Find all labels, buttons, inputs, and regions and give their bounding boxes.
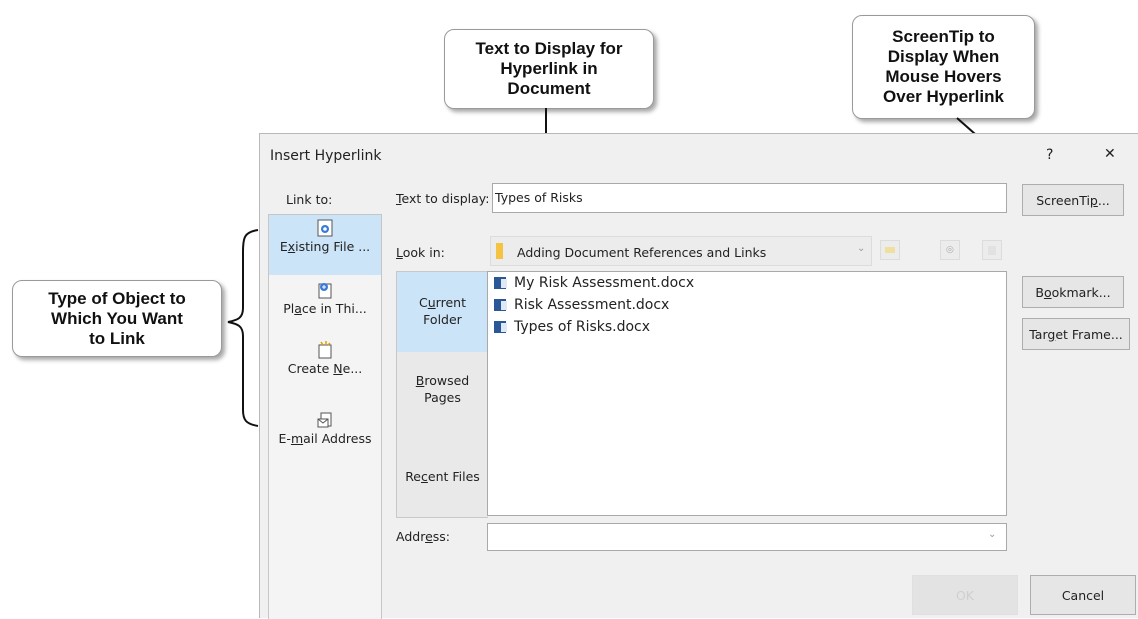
ok-label: OK [955,588,975,603]
cancel-button[interactable]: Cancel [1030,575,1136,615]
browse-web-icon: ◎ [946,245,954,255]
link-to-existing-file[interactable]: Existing File ... [269,215,381,275]
link-to-email-label-b: ail Address [303,431,372,446]
bookmark-label-key: o [1043,285,1052,300]
link-to-existing-label-a: E [279,239,288,254]
current-folder-item[interactable]: Current Folder [397,272,488,352]
link-to-email-address[interactable]: E-mail Address [269,407,381,457]
link-to-email-label-key: m [290,431,304,446]
look-in-pane: Current Folder Browsed Pages Recent File… [396,271,488,518]
cancel-label: Cancel [1061,588,1105,603]
target-frame-label-b: et Frame... [1055,327,1123,342]
help-button[interactable]: ? [1046,147,1053,163]
recent-files-label-key: c [421,469,428,484]
link-to-place-label-b: ce in Thi... [301,301,367,316]
text-to-display-label-rest: ext to display: [401,191,490,206]
link-to-place-in-document[interactable]: Place in Thi... [269,277,381,337]
existing-file-icon [317,219,333,237]
folder-icon [496,243,503,259]
browse-web-button[interactable]: ◎ [940,240,960,260]
target-frame-label-a: Tar [1029,327,1048,342]
place-in-document-icon [318,283,332,299]
current-folder-label-a: C [419,295,428,310]
link-to-email-label-a: E- [278,431,291,446]
word-document-icon [494,277,507,289]
screentip-button[interactable]: ScreenTip... [1022,184,1124,216]
look-in-value: Adding Document References and Links [517,245,767,260]
brace-link-to [227,229,259,427]
browse-file-button[interactable] [982,240,1002,260]
link-to-label: Link to: [286,192,333,207]
insert-hyperlink-dialog: Insert Hyperlink ? ✕ Link to: Existing F… [259,133,1138,619]
browsed-pages-label-b: rowsed Pages [424,373,470,405]
bookmark-label-b: okmark... [1051,285,1111,300]
look-in-dropdown[interactable]: Adding Document References and Links ⌄ [490,236,872,266]
look-in-label-rest: ook in: [402,245,445,260]
link-to-existing-label-b: isting File ... [295,239,371,254]
target-frame-button[interactable]: Target Frame... [1022,318,1130,350]
recent-files-label-a: Re [405,469,422,484]
recent-files-item[interactable]: Recent Files [397,468,488,498]
email-address-icon [317,412,332,428]
link-to-create-new[interactable]: Create Ne... [269,337,381,397]
current-folder-label-key: u [427,295,436,310]
close-button[interactable]: ✕ [1104,146,1116,162]
screentip-label-a: ScreenTi [1036,193,1090,208]
chevron-down-icon: ⌄ [857,243,866,254]
file-item[interactable]: Types of Risks.docx [494,319,650,335]
file-item[interactable]: My Risk Assessment.docx [494,275,694,291]
file-name: Risk Assessment.docx [514,297,670,313]
address-label-key: e [425,529,433,544]
link-to-create-label-a: Create [287,361,334,376]
ok-button[interactable]: OK [912,575,1018,615]
browsed-pages-item[interactable]: Browsed Pages [397,372,488,432]
create-new-icon [318,341,332,359]
chevron-down-icon: ⌄ [988,529,997,540]
link-to-pane: Existing File ... Place in Thi... Create… [268,214,382,619]
address-input[interactable]: ⌄ [487,523,1007,551]
link-to-place-label-a: Pl [283,301,295,316]
browse-file-icon [988,246,996,255]
text-to-display-label: Text to display: [396,191,489,206]
look-in-label: Look in: [396,245,445,260]
address-label: Address: [396,529,450,544]
bookmark-label-a: B [1035,285,1044,300]
look-in-label-key: L [396,245,403,260]
word-document-icon [494,299,507,311]
file-item[interactable]: Risk Assessment.docx [494,297,669,313]
file-name: My Risk Assessment.docx [514,275,695,291]
up-folder-button[interactable] [880,240,900,260]
text-to-display-input[interactable]: Types of Risks [492,183,1007,213]
word-document-icon [494,321,507,333]
file-list[interactable]: My Risk Assessment.docx Risk Assessment.… [487,271,1007,516]
link-to-create-label-key: N [333,361,343,376]
screentip-label-key: p [1089,193,1098,208]
screentip-label-b: ... [1097,193,1110,208]
folder-up-icon [885,247,895,253]
dialog-title: Insert Hyperlink [270,148,382,164]
bookmark-button[interactable]: Bookmark... [1022,276,1124,308]
address-label-b: ss: [432,529,451,544]
address-label-a: Addr [396,529,426,544]
recent-files-label-b: ent Files [427,469,480,484]
link-to-place-label-key: a [294,301,302,316]
file-name: Types of Risks.docx [514,319,651,335]
link-to-create-label-b: e... [342,361,363,376]
